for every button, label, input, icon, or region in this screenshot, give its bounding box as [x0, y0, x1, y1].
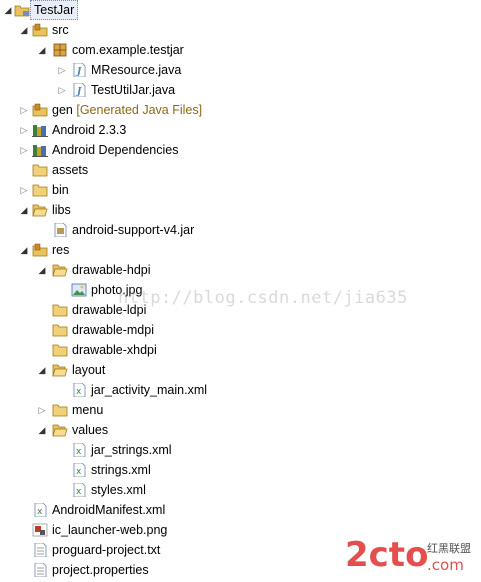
assets-label[interactable]: assets	[52, 160, 88, 180]
collapsed-arrow-icon[interactable]: ▷	[18, 100, 30, 120]
library-icon	[32, 145, 48, 157]
gen-name: gen	[52, 103, 73, 117]
styles-label[interactable]: styles.xml	[91, 480, 146, 500]
src-label[interactable]: src	[52, 20, 69, 40]
expanded-arrow-icon[interactable]: ◢	[36, 360, 48, 380]
svg-text:x: x	[76, 467, 82, 477]
layout-label[interactable]: layout	[72, 360, 105, 380]
ic-launcher-label[interactable]: ic_launcher-web.png	[52, 520, 167, 540]
java-file-icon: J	[73, 83, 86, 97]
folder-icon	[52, 304, 68, 317]
gen-decoration: [Generated Java Files]	[76, 103, 203, 117]
png-file-icon	[32, 523, 48, 537]
mresource-label[interactable]: MResource.java	[91, 60, 181, 80]
collapsed-arrow-icon[interactable]: ▷	[18, 140, 30, 160]
jar-strings-label[interactable]: jar_strings.xml	[91, 440, 172, 460]
package-label[interactable]: com.example.testjar	[72, 40, 184, 60]
svg-text:x: x	[76, 487, 82, 497]
expanded-arrow-icon[interactable]: ◢	[36, 40, 48, 60]
xml-file-icon: x	[73, 483, 86, 497]
tree-row-testjar[interactable]: ◢ TestJar	[0, 0, 481, 20]
project-folder-icon	[14, 5, 30, 17]
android-deps-label[interactable]: Android Dependencies	[52, 140, 178, 160]
blog-watermark: http://blog.csdn.net/jia635	[118, 288, 408, 308]
package-icon	[53, 43, 67, 57]
resource-folder-icon	[32, 243, 48, 257]
image-file-icon	[71, 283, 87, 297]
java-file-icon: J	[73, 63, 86, 77]
jar-activity-main-label[interactable]: jar_activity_main.xml	[91, 380, 207, 400]
collapsed-arrow-icon[interactable]: ▷	[56, 80, 68, 100]
svg-text:x: x	[76, 447, 82, 457]
xml-file-icon: x	[73, 463, 86, 477]
site-logo: 2cto 红黑联盟 .com	[345, 535, 471, 575]
testutiljar-label[interactable]: TestUtilJar.java	[91, 80, 175, 100]
logo-domain-text: .com	[427, 556, 464, 574]
package-explorer-tree: ◢ TestJar ◢ src ◢ com.example.testjar ▷ …	[0, 0, 481, 582]
folder-icon	[32, 164, 48, 177]
svg-text:J: J	[75, 67, 82, 77]
open-folder-icon	[52, 424, 68, 437]
drawable-xhdpi-label[interactable]: drawable-xhdpi	[72, 340, 157, 360]
expanded-arrow-icon[interactable]: ◢	[2, 0, 14, 20]
collapsed-arrow-icon[interactable]: ▷	[18, 180, 30, 200]
folder-icon	[52, 344, 68, 357]
logo-brand-text: 2cto	[345, 535, 428, 575]
jar-file-icon	[54, 223, 67, 237]
expanded-arrow-icon[interactable]: ◢	[36, 260, 48, 280]
proguard-label[interactable]: proguard-project.txt	[52, 540, 160, 560]
project-properties-label[interactable]: project.properties	[52, 560, 149, 580]
drawable-hdpi-label[interactable]: drawable-hdpi	[72, 260, 151, 280]
collapsed-arrow-icon[interactable]: ▷	[18, 120, 30, 140]
text-file-icon	[34, 563, 47, 577]
strings-label[interactable]: strings.xml	[91, 460, 151, 480]
xml-file-icon: x	[34, 503, 47, 517]
values-label[interactable]: values	[72, 420, 108, 440]
folder-icon	[52, 404, 68, 417]
res-label[interactable]: res	[52, 240, 69, 260]
open-folder-icon	[52, 364, 68, 377]
logo-tagline-text: 红黑联盟	[427, 542, 471, 555]
expanded-arrow-icon[interactable]: ◢	[36, 420, 48, 440]
folder-icon	[32, 184, 48, 197]
svg-text:x: x	[37, 507, 43, 517]
drawable-mdpi-label[interactable]: drawable-mdpi	[72, 320, 154, 340]
source-folder-icon	[32, 103, 48, 117]
xml-file-icon: x	[73, 383, 86, 397]
svg-text:x: x	[76, 387, 82, 397]
open-folder-icon	[32, 204, 48, 217]
xml-file-icon: x	[73, 443, 86, 457]
text-file-icon	[34, 543, 47, 557]
gen-label[interactable]: gen [Generated Java Files]	[52, 100, 202, 120]
collapsed-arrow-icon[interactable]: ▷	[36, 400, 48, 420]
bin-label[interactable]: bin	[52, 180, 69, 200]
source-folder-icon	[32, 23, 48, 37]
menu-label[interactable]: menu	[72, 400, 103, 420]
project-label[interactable]: TestJar	[30, 0, 79, 20]
libs-label[interactable]: libs	[52, 200, 71, 220]
folder-icon	[52, 324, 68, 337]
library-icon	[32, 125, 48, 137]
manifest-label[interactable]: AndroidManifest.xml	[52, 500, 165, 520]
svg-text:J: J	[75, 87, 82, 97]
expanded-arrow-icon[interactable]: ◢	[18, 20, 30, 40]
expanded-arrow-icon[interactable]: ◢	[18, 200, 30, 220]
android-lib-label[interactable]: Android 2.3.3	[52, 120, 126, 140]
expanded-arrow-icon[interactable]: ◢	[18, 240, 30, 260]
collapsed-arrow-icon[interactable]: ▷	[56, 60, 68, 80]
open-folder-icon	[52, 264, 68, 277]
support-jar-label[interactable]: android-support-v4.jar	[72, 220, 194, 240]
